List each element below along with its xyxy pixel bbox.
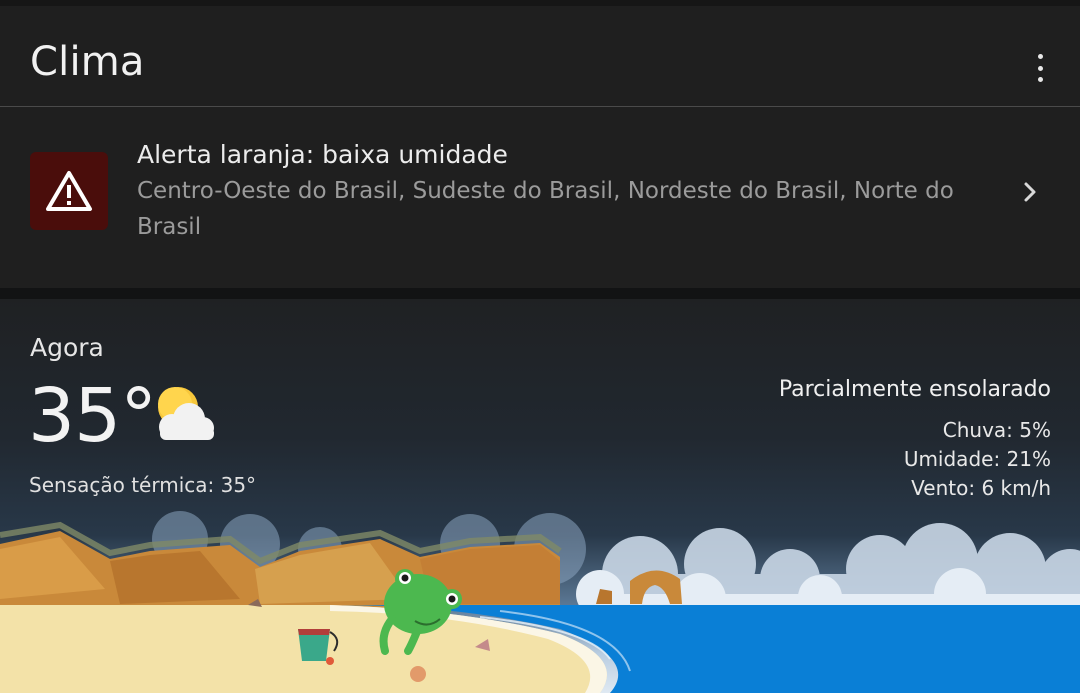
humidity: Umidade: 21% <box>903 447 1051 471</box>
alert-regions: Centro-Oeste do Brasil, Sudeste do Brasi… <box>137 178 954 240</box>
warning-icon <box>46 171 92 211</box>
weather-alert-card[interactable]: Alerta laranja: baixa umidade Centro-Oes… <box>0 107 1080 288</box>
condition-text: Parcialmente ensolarado <box>778 377 1051 402</box>
now-label: Agora <box>30 333 104 362</box>
current-temperature: 35° <box>28 373 157 459</box>
rain-chance: Chuva: 5% <box>942 418 1051 442</box>
alert-icon-container <box>30 152 108 230</box>
page-title: Clima <box>30 39 145 85</box>
feels-like: Sensação térmica: 35° <box>29 473 257 497</box>
section-gap <box>0 288 1080 299</box>
app-header: Clima <box>0 6 1080 107</box>
wind-speed: Vento: 6 km/h <box>911 476 1051 500</box>
current-weather-card[interactable]: Agora 35° Sensação térmica: 35° Parcialm… <box>0 299 1080 693</box>
weather-app: Clima Alerta laranja: baixa umidade Cent… <box>0 0 1080 693</box>
alert-title: Alerta laranja: baixa umidade <box>137 140 508 169</box>
partly-sunny-icon <box>158 387 214 440</box>
chevron-right-icon[interactable] <box>1020 177 1040 207</box>
more-options-icon[interactable] <box>1030 54 1050 82</box>
